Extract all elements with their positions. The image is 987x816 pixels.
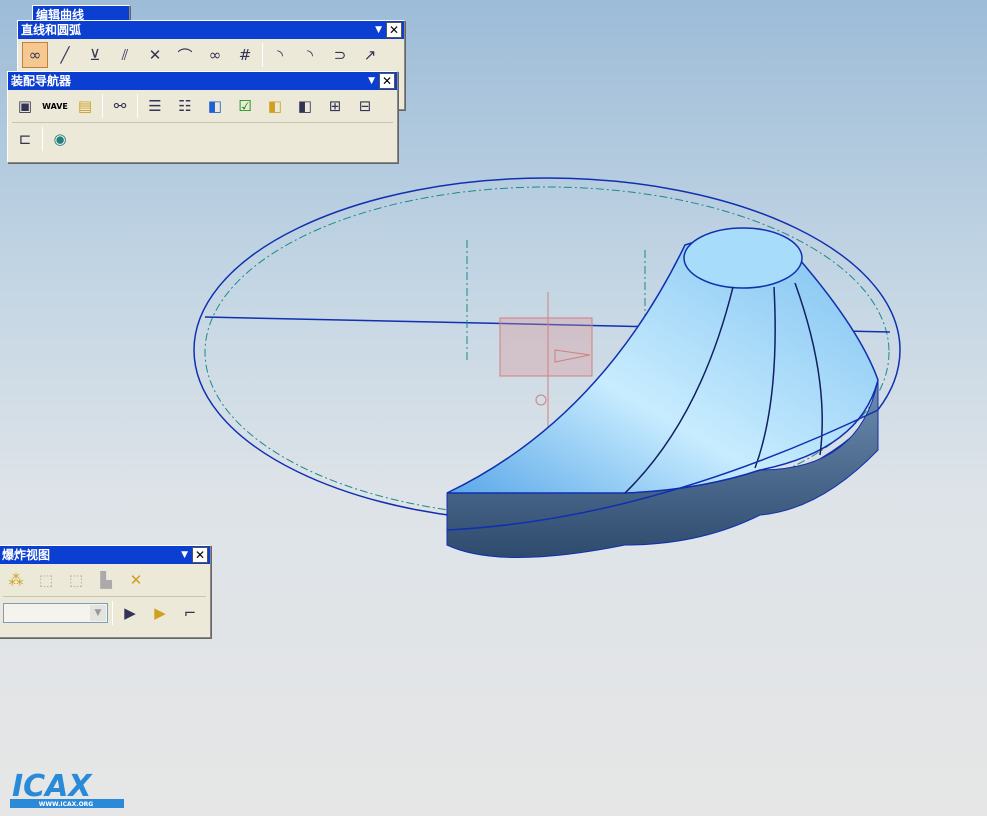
- delete-explosion-icon[interactable]: ✕: [123, 567, 149, 593]
- line-tangent-tangent-icon[interactable]: ∞: [202, 42, 228, 68]
- component-yellow-icon[interactable]: ◧: [262, 93, 288, 119]
- arc-tangent-icon[interactable]: ⊃: [327, 42, 353, 68]
- line-icon[interactable]: ╱: [52, 42, 78, 68]
- line-perpendicular-icon[interactable]: ✕: [142, 42, 168, 68]
- exploded-view-toolbar: 爆炸视图 ▼ ✕ ⁂ ⬚ ⬚ ▙ ✕ ▼ ▶ ▶ ⌐: [0, 545, 211, 638]
- check-icon[interactable]: ☑: [232, 93, 258, 119]
- unexplode-icon: ▙: [100, 571, 112, 589]
- infinite-line-icon[interactable]: #: [232, 42, 258, 68]
- arc-end-icon[interactable]: ↗: [357, 42, 383, 68]
- collapse-icon[interactable]: ☷: [172, 93, 198, 119]
- dropdown-icon[interactable]: ▼: [181, 546, 188, 564]
- binoculars-icon[interactable]: ⚯: [107, 93, 133, 119]
- toolbar-title: 装配导航器: [11, 74, 72, 88]
- component-gray-icon[interactable]: ◧: [292, 93, 318, 119]
- show-component-icon[interactable]: ▶: [147, 600, 173, 626]
- line-tangent-icon[interactable]: ⌒: [172, 42, 198, 68]
- line-point-xyz-icon[interactable]: ⊻: [82, 42, 108, 68]
- create-explosion-icon[interactable]: ⁂: [3, 567, 29, 593]
- icax-logo: ICAX WWW.ICAX.ORG: [8, 762, 126, 810]
- component-icon[interactable]: ◧: [202, 93, 228, 119]
- arc-center-icon[interactable]: ◝: [297, 42, 323, 68]
- toolbar-title: 直线和圆弧: [21, 23, 82, 37]
- tracelines-icon[interactable]: ⌐: [177, 600, 203, 626]
- close-button[interactable]: ✕: [386, 22, 402, 38]
- expand-all-icon[interactable]: ☰: [142, 93, 168, 119]
- wave-button[interactable]: WAVE: [42, 93, 68, 119]
- explosion-select[interactable]: ▼: [3, 603, 108, 623]
- toolbar-title: 爆炸视图: [2, 548, 51, 562]
- arc-3pt-icon[interactable]: ◝: [267, 42, 293, 68]
- assembly-navigator-toolbar: 装配导航器 ▼ ✕ ▣ WAVE ▤ ⚯ ☰ ☷ ◧ ☑ ◧ ◧ ⊞ ⊟ ⊏ ◉: [7, 71, 398, 163]
- export-icon[interactable]: ◉: [47, 126, 73, 152]
- tree-up-icon[interactable]: ⊞: [322, 93, 348, 119]
- association-icon[interactable]: ∞: [22, 42, 48, 68]
- impeller-part[interactable]: [446, 227, 879, 558]
- chevron-down-icon[interactable]: ▼: [90, 605, 106, 621]
- assembly-icon[interactable]: ▣: [12, 93, 38, 119]
- folder-tree-icon[interactable]: ▤: [72, 93, 98, 119]
- svg-text:WWW.ICAX.ORG: WWW.ICAX.ORG: [39, 801, 94, 808]
- dropdown-icon[interactable]: ▼: [368, 72, 375, 90]
- dropdown-icon[interactable]: ▼: [375, 21, 382, 39]
- auto-explode-icon: ⬚: [68, 571, 84, 589]
- hide-component-icon[interactable]: ▶: [117, 600, 143, 626]
- svg-text:ICAX: ICAX: [12, 769, 93, 804]
- line-parallel-icon[interactable]: ⫽: [112, 42, 138, 68]
- close-button[interactable]: ✕: [192, 547, 208, 563]
- close-button[interactable]: ✕: [379, 73, 395, 89]
- tree-structure-icon[interactable]: ⊏: [12, 126, 38, 152]
- edit-explosion-icon: ⬚: [38, 571, 54, 589]
- tree-down-icon[interactable]: ⊟: [352, 93, 378, 119]
